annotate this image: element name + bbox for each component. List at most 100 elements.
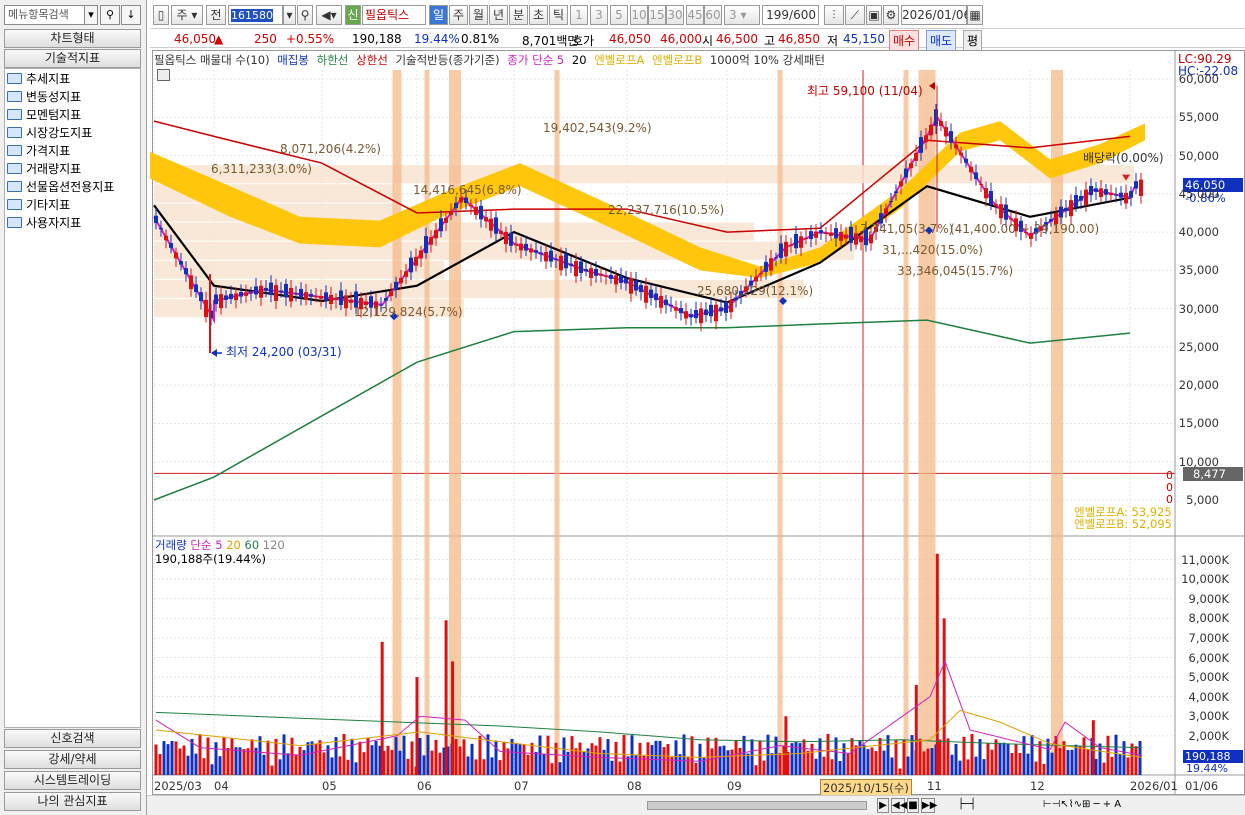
drawing-tools-icon[interactable]: ⊢⊣↖⌇∿⊞ ─ + A bbox=[1032, 798, 1132, 813]
volume-bar bbox=[994, 739, 998, 775]
candle-body bbox=[949, 131, 953, 143]
volume-bar bbox=[722, 745, 726, 775]
play-icon[interactable]: ▶ bbox=[877, 798, 889, 813]
time-tick-label: 11 bbox=[927, 779, 942, 793]
stop-icon[interactable]: ■ bbox=[907, 798, 919, 813]
volume-bar bbox=[1102, 762, 1106, 775]
candle-body bbox=[344, 295, 348, 309]
volume-bar bbox=[198, 734, 202, 775]
candle-body bbox=[464, 197, 468, 204]
candle-body bbox=[574, 261, 578, 277]
candle-body bbox=[1114, 194, 1118, 196]
volume-legend-ma5: 단순 5 bbox=[190, 538, 223, 552]
grid-icon[interactable] bbox=[157, 69, 170, 81]
volume-profile-bar bbox=[154, 241, 854, 260]
candle-body bbox=[884, 208, 888, 215]
candle-body bbox=[644, 285, 648, 303]
volume-bar bbox=[802, 739, 806, 775]
price-tick-label: 20,000 bbox=[1178, 378, 1219, 393]
candle-body bbox=[704, 309, 708, 316]
fast-forward-icon[interactable]: ▶▶ bbox=[921, 798, 937, 813]
volume-bar bbox=[954, 743, 958, 775]
volume-bar bbox=[870, 747, 874, 775]
volume-bar bbox=[610, 760, 614, 775]
volume-bar bbox=[1078, 746, 1082, 775]
volume-bar bbox=[306, 742, 310, 775]
volume-bar bbox=[1018, 752, 1022, 775]
price-tick-label: 15,000 bbox=[1178, 416, 1219, 431]
rewind-icon[interactable]: ◀◀ bbox=[891, 798, 907, 813]
volume-bar bbox=[318, 740, 322, 775]
candle-body bbox=[964, 158, 968, 163]
candle-body bbox=[814, 231, 818, 238]
volume-bar bbox=[206, 737, 210, 775]
volume-bar bbox=[982, 759, 986, 775]
volume-bar bbox=[734, 740, 738, 775]
zero-3: 0 bbox=[1166, 493, 1173, 506]
zoom-slider[interactable]: ├─┤ bbox=[947, 798, 987, 813]
scroll-thumb[interactable] bbox=[647, 801, 867, 810]
candle-body bbox=[414, 256, 418, 266]
candle-body bbox=[694, 310, 698, 319]
candle-body bbox=[774, 257, 778, 259]
volume-tick-label: 4,000K bbox=[1188, 689, 1229, 704]
volume-bar bbox=[662, 747, 666, 775]
volume-bar bbox=[218, 756, 222, 775]
volume-bar bbox=[166, 744, 170, 775]
volume-bar bbox=[1026, 753, 1030, 775]
volume-bar bbox=[882, 750, 886, 775]
candle-body bbox=[629, 278, 633, 294]
candle-body bbox=[854, 233, 858, 245]
volume-bar bbox=[1010, 752, 1014, 775]
volume-bar bbox=[462, 739, 466, 775]
candle-body bbox=[1069, 200, 1073, 217]
volume-spike-band bbox=[392, 70, 402, 775]
volume-bar bbox=[790, 743, 794, 775]
volume-bar bbox=[678, 754, 682, 775]
volume-bar bbox=[402, 735, 406, 775]
candle-body bbox=[519, 243, 523, 251]
volume-bar bbox=[830, 759, 834, 775]
volume-profile-label: 12,129,824(5.7%) bbox=[354, 305, 463, 319]
candle-body bbox=[499, 230, 503, 234]
volume-bar bbox=[726, 750, 730, 775]
candle-body bbox=[784, 241, 788, 257]
volume-spike-bar bbox=[451, 661, 455, 775]
price-tick-label: 50,000 bbox=[1178, 148, 1219, 163]
volume-bar bbox=[754, 765, 758, 775]
time-tick-label: 09 bbox=[727, 779, 742, 793]
candle-body bbox=[584, 269, 588, 272]
volume-bar bbox=[1038, 741, 1042, 775]
candle-body bbox=[1089, 185, 1093, 196]
line-price-tag: 8,477 bbox=[1183, 467, 1243, 481]
volume-profile-label: 7,741,05(3.7%) bbox=[860, 222, 954, 236]
volume-bar bbox=[510, 738, 514, 775]
candle-body bbox=[469, 204, 473, 207]
volume-bar bbox=[634, 755, 638, 775]
candle-body bbox=[324, 292, 328, 301]
candle-body bbox=[999, 204, 1003, 219]
candle-body bbox=[699, 308, 703, 324]
volume-bar bbox=[154, 744, 158, 775]
price-tick-label: 35,000 bbox=[1178, 263, 1219, 278]
volume-bar bbox=[470, 743, 474, 775]
volume-profile-label: 22,237,716(10.5%) bbox=[608, 203, 725, 217]
candle-body bbox=[919, 137, 923, 153]
volume-bar bbox=[682, 734, 686, 775]
scroll-bar[interactable]: ▶ ◀◀ ■ ▶▶ ├─┤ ⊢⊣↖⌇∿⊞ ─ + A bbox=[147, 795, 1245, 815]
candle-body bbox=[194, 284, 198, 292]
volume-bar bbox=[434, 739, 438, 775]
volume-bar bbox=[874, 751, 878, 775]
volume-bar bbox=[1030, 734, 1034, 775]
volume-bar bbox=[386, 745, 390, 775]
volume-bar bbox=[918, 738, 922, 775]
candle-body bbox=[579, 261, 583, 273]
volume-bar bbox=[594, 745, 598, 775]
volume-bar bbox=[390, 749, 394, 775]
volume-bar bbox=[502, 741, 506, 775]
candle-body bbox=[559, 255, 563, 271]
candle-body bbox=[1094, 188, 1098, 192]
candle-body bbox=[1124, 192, 1128, 204]
volume-bar bbox=[1134, 746, 1138, 775]
candle-body bbox=[169, 243, 173, 248]
